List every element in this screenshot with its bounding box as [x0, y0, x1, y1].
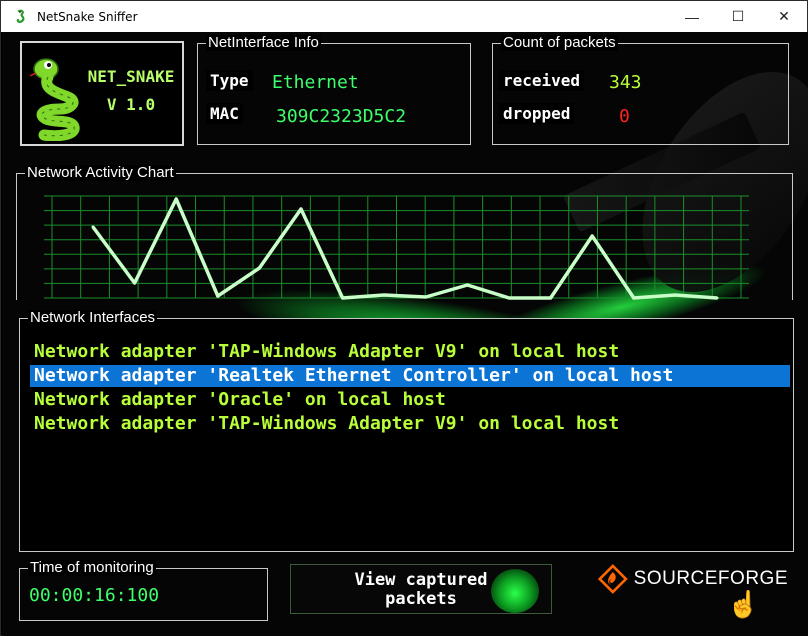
network-interfaces-legend: Network Interfaces	[28, 309, 158, 326]
activity-data-point	[133, 281, 137, 285]
minimize-icon: —	[685, 8, 699, 25]
activity-data-point	[382, 293, 386, 297]
dropped-label: dropped	[499, 103, 575, 124]
snake-logo-icon	[29, 58, 80, 141]
sourceforge-link[interactable]: SOURCEFORGE	[598, 562, 788, 596]
app-logo: NET_SNAKE V 1.0	[20, 41, 184, 146]
monitoring-time-group: Time of monitoring 00:00:16:100	[19, 560, 268, 621]
activity-data-point	[299, 207, 303, 211]
logo-version: V 1.0	[106, 95, 156, 114]
radar-icon	[491, 569, 539, 613]
activity-data-point	[216, 294, 220, 298]
activity-data-point	[673, 293, 677, 297]
dropped-value: 0	[619, 106, 630, 127]
activity-data-point	[590, 234, 594, 238]
maximize-button[interactable]: ☐	[715, 1, 761, 32]
title-bar[interactable]: NetSnake Sniffer — ☐ ✕	[1, 1, 807, 32]
monitoring-time-value: 00:00:16:100	[29, 585, 160, 606]
mac-value: 309C2323D5C2	[276, 106, 407, 127]
activity-data-point	[507, 296, 511, 300]
activity-data-point	[174, 197, 178, 201]
snake-app-icon	[16, 9, 25, 23]
activity-data-point	[549, 296, 553, 300]
logo-app-name: NET_SNAKE	[87, 67, 175, 86]
received-value: 343	[609, 72, 642, 93]
sourceforge-logo-icon	[598, 564, 628, 594]
activity-data-point	[715, 296, 719, 300]
sourceforge-label: SOURCEFORGE	[633, 568, 788, 589]
interface-list-item[interactable]: Network adapter 'TAP-Windows Adapter V9'…	[30, 413, 790, 435]
network-activity-chart	[44, 195, 749, 300]
activity-data-point	[424, 295, 428, 299]
activity-data-point	[465, 283, 469, 287]
interface-list-item[interactable]: Network adapter 'TAP-Windows Adapter V9'…	[30, 341, 790, 363]
app-window: NetSnake Sniffer — ☐ ✕ NET_SNAKE V 1.0 N…	[0, 0, 808, 636]
packet-count-group: Count of packets received 343 dropped 0	[492, 35, 789, 145]
interface-list-item[interactable]: Network adapter 'Oracle' on local host	[30, 389, 790, 411]
maximize-icon: ☐	[731, 8, 745, 24]
activity-data-point	[91, 225, 95, 229]
close-button[interactable]: ✕	[761, 1, 807, 32]
netinterface-info-legend: NetInterface Info	[206, 34, 321, 51]
type-label: Type	[206, 70, 253, 91]
window-title: NetSnake Sniffer	[37, 9, 138, 24]
interface-list-item[interactable]: Network adapter 'Realtek Ethernet Contro…	[30, 365, 790, 387]
minimize-button[interactable]: —	[669, 1, 715, 32]
packet-count-legend: Count of packets	[501, 34, 618, 51]
close-icon: ✕	[778, 8, 790, 24]
monitoring-time-legend: Time of monitoring	[28, 559, 156, 576]
mac-label: MAC	[206, 103, 243, 124]
hand-cursor-icon: ☝	[727, 589, 760, 619]
activity-data-point	[341, 296, 345, 300]
activity-data-point	[632, 296, 636, 300]
received-label: received	[499, 70, 585, 91]
activity-data-point	[257, 266, 261, 270]
netinterface-info-group: NetInterface Info Type Ethernet MAC 309C…	[197, 35, 471, 145]
network-activity-group: Network Activity Chart	[16, 165, 793, 300]
type-value: Ethernet	[272, 72, 359, 93]
network-interfaces-group: Network Interfaces Network adapter 'TAP-…	[19, 310, 794, 552]
